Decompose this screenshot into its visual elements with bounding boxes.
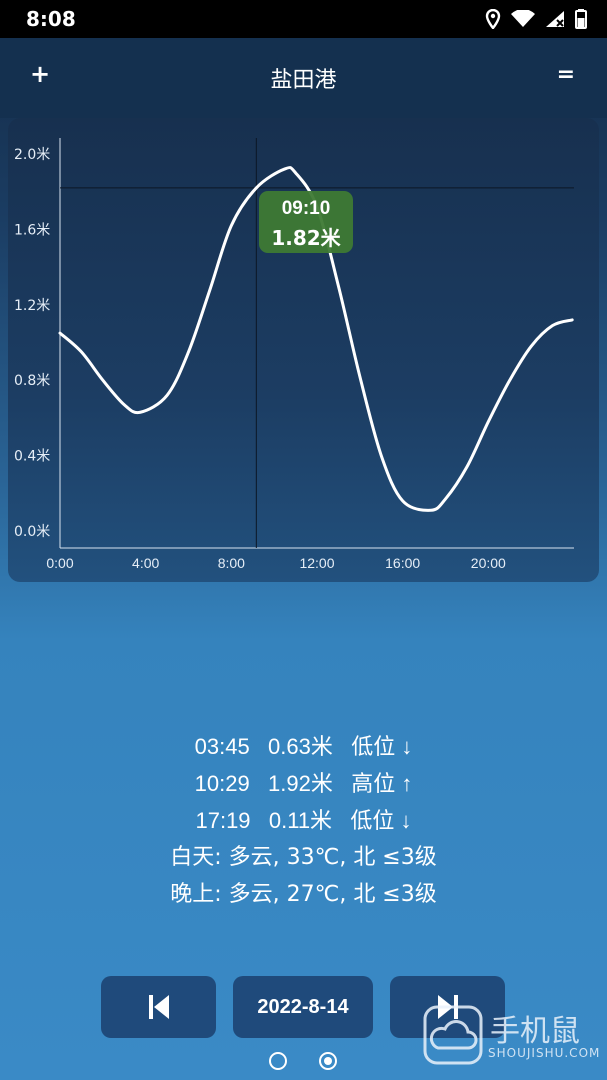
date-button[interactable]: 2022-8-14 xyxy=(233,976,373,1038)
weather-day: 白天: 多云, 33℃, 北 ≤3级 xyxy=(170,845,437,870)
skip-previous-icon xyxy=(148,995,169,1019)
y-tick-label: 2.0米 xyxy=(14,147,50,163)
app-bar: + 盐田港 = xyxy=(0,38,607,118)
x-tick-label: 16:00 xyxy=(385,555,420,571)
page-dot-2[interactable] xyxy=(319,1052,337,1070)
tide-chart[interactable]: 2.0米 1.6米 1.2米 0.8米 0.4米 0.0米 0:00 4:00 8:00 12:… xyxy=(8,118,599,582)
tide-row-high: 10:29 1.92米 高位 ↑ xyxy=(194,771,413,796)
cloud-logo-icon xyxy=(423,1005,483,1065)
watermark-subtext: SHOUJISHU.COM xyxy=(488,1046,601,1060)
cursor-tooltip-time: 09:10 xyxy=(282,198,331,219)
weather-night: 晚上: 多云, 27℃, 北 ≤3级 xyxy=(170,882,437,907)
x-tick-label: 20:00 xyxy=(471,555,506,571)
previous-day-button[interactable] xyxy=(101,976,216,1038)
watermark-text: 手机鼠 xyxy=(490,1014,580,1049)
tide-chart-card[interactable]: 2.0米 1.6米 1.2米 0.8米 0.4米 0.0米 0:00 4:00 8:00 12:… xyxy=(8,118,599,582)
cursor-tooltip: 09:10 1.82米 xyxy=(259,191,353,253)
y-tick-label: 0.4米 xyxy=(14,449,50,465)
location-icon xyxy=(485,9,501,29)
page-title: 盐田港 xyxy=(270,68,337,93)
wifi-icon xyxy=(511,10,535,27)
tide-summary: 03:45 0.63米 低位 ↓ 10:29 1.92米 高位 ↑ 17:19 … xyxy=(0,728,607,913)
battery-icon xyxy=(575,9,587,29)
tide-row-low-2: 17:19 0.11米 低位 ↓ xyxy=(195,808,412,833)
x-tick-label: 12:00 xyxy=(299,555,334,571)
add-button[interactable]: + xyxy=(30,60,50,88)
x-tick-label: 4:00 xyxy=(132,555,159,571)
status-time: 8:08 xyxy=(26,7,76,31)
signal-icon xyxy=(546,11,564,27)
y-tick-label: 1.2米 xyxy=(14,298,50,314)
x-tick-label: 0:00 xyxy=(46,555,73,571)
menu-button[interactable]: = xyxy=(557,62,575,87)
tide-row-low-1: 03:45 0.63米 低位 ↓ xyxy=(194,734,413,759)
cursor-tooltip-value: 1.82米 xyxy=(271,226,341,250)
y-tick-label: 0.0米 xyxy=(14,524,50,540)
y-tick-label: 0.8米 xyxy=(14,373,50,389)
watermark: 手机鼠 SHOUJISHU.COM xyxy=(420,1002,600,1072)
status-icons xyxy=(485,9,587,29)
x-tick-label: 8:00 xyxy=(218,555,245,571)
y-tick-label: 1.6米 xyxy=(14,222,50,238)
status-bar: 8:08 xyxy=(0,0,607,38)
page-dot-1[interactable] xyxy=(269,1052,287,1070)
